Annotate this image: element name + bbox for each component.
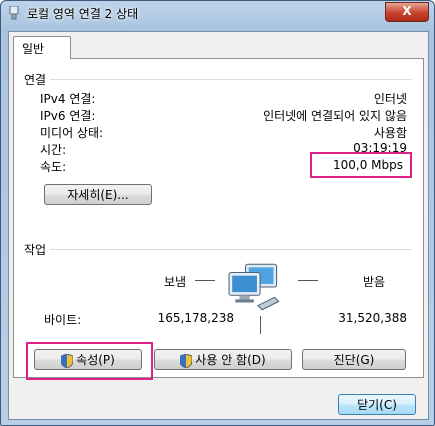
ipv4-label: IPv4 연결: [40, 92, 96, 106]
activity-group-label: 작업 [24, 243, 47, 257]
ipv6-label: IPv6 연결: [40, 109, 96, 123]
received-label: 받음 [363, 275, 386, 289]
tab-general[interactable]: 일반 [13, 36, 71, 59]
bytes-sent-value: 165,178,238 [157, 311, 234, 325]
diagnose-button[interactable]: 진단(G) [302, 349, 406, 370]
close-window-button[interactable]: X [385, 2, 429, 22]
title-bar[interactable]: 로컬 영역 연결 2 상태 X [1, 1, 434, 25]
activity-divider [260, 316, 261, 334]
window-title: 로컬 영역 연결 2 상태 [27, 7, 139, 21]
disable-button[interactable]: 사용 안 함(D) [154, 349, 292, 370]
uac-shield-icon [180, 353, 193, 368]
speed-highlight-box [310, 152, 412, 178]
network-adapter-icon [9, 6, 19, 20]
status-dialog: 로컬 영역 연결 2 상태 X 일반 연결 IPv4 연결: 인터넷 IPv6 … [0, 0, 435, 426]
sent-line [195, 280, 215, 281]
ipv4-value: 인터넷 [373, 92, 407, 106]
uac-shield-icon [61, 353, 74, 368]
general-tab-panel: 연결 IPv4 연결: 인터넷 IPv6 연결: 인터넷에 연결되어 있지 않음… [13, 58, 424, 380]
bytes-label: 바이트: [44, 313, 82, 327]
close-button[interactable]: 닫기(C) [338, 394, 416, 415]
duration-label: 시간: [40, 143, 67, 157]
ipv6-value: 인터넷에 연결되어 있지 않음 [263, 109, 407, 123]
dialog-client-area: 일반 연결 IPv4 연결: 인터넷 IPv6 연결: 인터넷에 연결되어 있지… [8, 31, 429, 420]
properties-button-label: 속성(P) [76, 353, 115, 367]
activity-group-divider [50, 249, 412, 250]
connection-group-divider [50, 79, 412, 80]
media-state-label: 미디어 상태: [40, 126, 104, 140]
bytes-received-value: 31,520,388 [338, 311, 407, 325]
received-line [298, 280, 318, 281]
speed-label: 속도: [40, 160, 67, 174]
media-state-value: 사용함 [373, 126, 407, 140]
properties-button[interactable]: 속성(P) [34, 349, 142, 370]
connection-group-label: 연결 [24, 73, 47, 87]
sent-label: 보냄 [164, 275, 187, 289]
network-computers-icon [228, 263, 280, 311]
disable-button-label: 사용 안 함(D) [195, 353, 266, 367]
tab-general-label: 일반 [22, 42, 45, 56]
details-button[interactable]: 자세히(E)... [44, 184, 152, 205]
